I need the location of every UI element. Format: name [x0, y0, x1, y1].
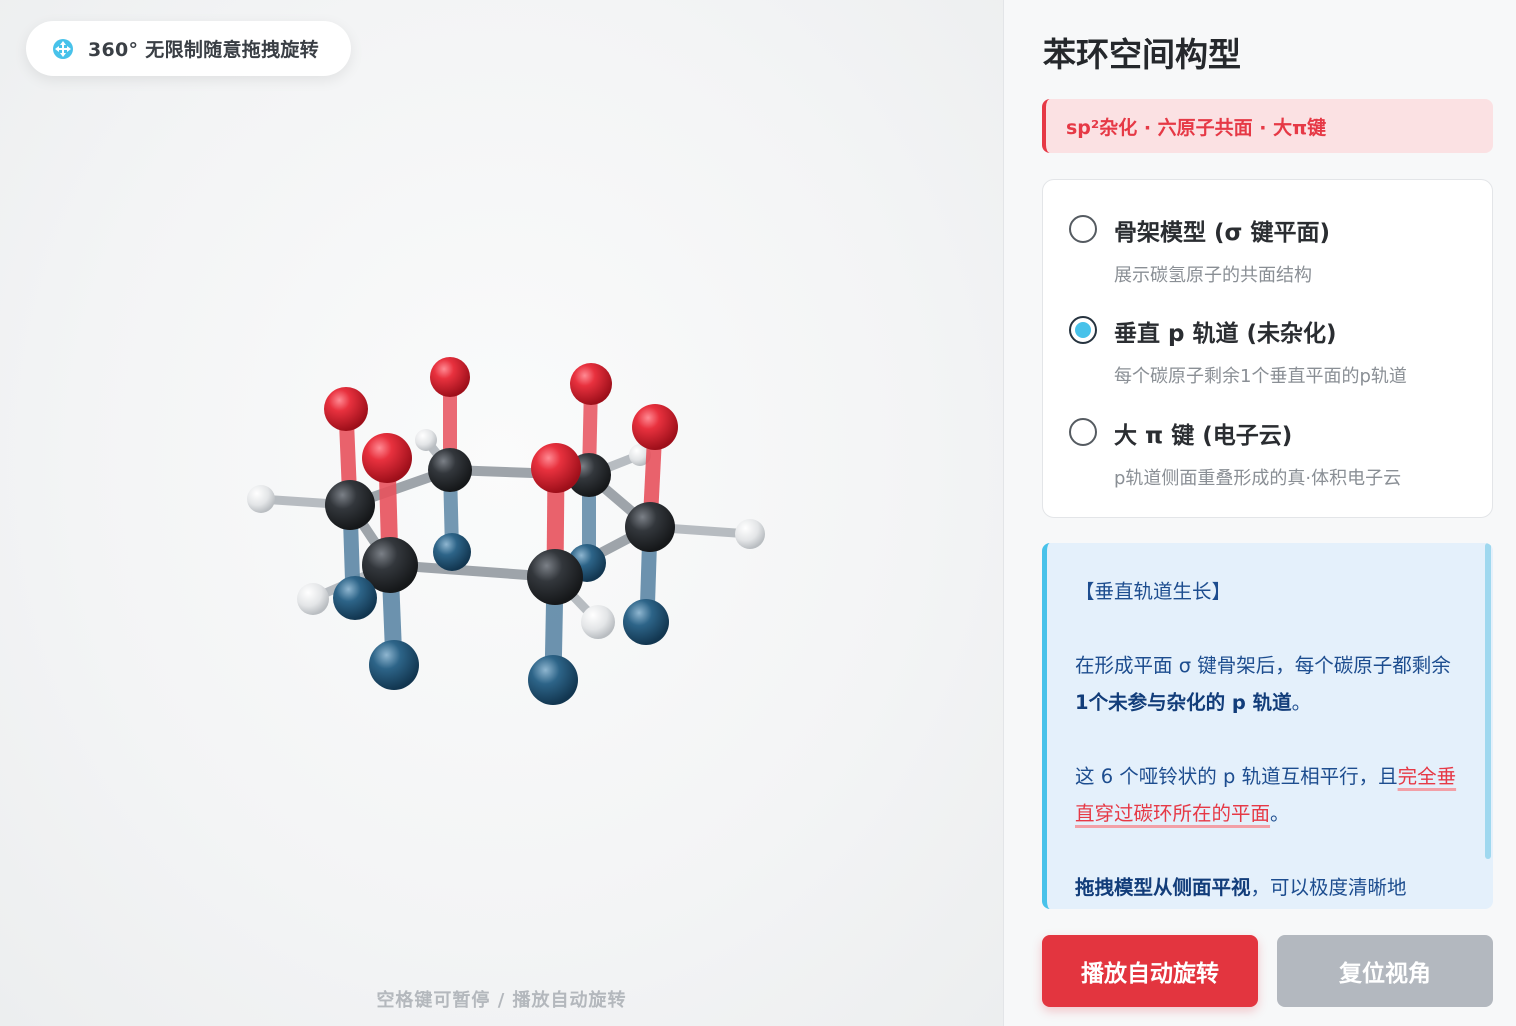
mode-label-skeleton: 骨架模型 (σ 键平面)	[1114, 220, 1330, 246]
mode-desc-p-orbital: 每个碳原子剩余1个垂直平面的p轨道	[1114, 366, 1407, 387]
mode-label-pi-cloud: 大 π 键 (电子云)	[1114, 423, 1293, 449]
info-scrollbar[interactable]	[1485, 543, 1491, 859]
info-paragraph-1: 在形成平面 σ 键骨架后，每个碳原子都剩余 1个未参与杂化的 p 轨道。	[1075, 647, 1465, 721]
page-title: 苯环空间构型	[1043, 35, 1241, 74]
info-p2-end: 。	[1270, 802, 1290, 825]
info-p1-bold: 1个未参与杂化的 p 轨道	[1075, 691, 1292, 714]
info-p1-text: 在形成平面 σ 键骨架后，每个碳原子都剩余	[1075, 654, 1451, 677]
info-p1-end: 。	[1291, 691, 1312, 714]
info-paragraph-3: 拖拽模型从侧面平视，可以极度清晰地	[1075, 869, 1465, 906]
view-mode-card: 骨架模型 (σ 键平面) 展示碳氢原子的共面结构 垂直 p 轨道 (未杂化) 每…	[1042, 179, 1493, 518]
play-rotation-button[interactable]: 播放自动旋转	[1042, 935, 1258, 1007]
radio-skeleton[interactable]	[1069, 215, 1097, 243]
radio-pi-cloud[interactable]	[1069, 418, 1097, 446]
radio-p-orbital[interactable]	[1069, 316, 1097, 344]
benzene-3d-model[interactable]	[0, 0, 1003, 1026]
hybridization-tag: sp²杂化 · 六原子共面 · 大π键	[1042, 99, 1493, 153]
mode-label-p-orbital: 垂直 p 轨道 (未杂化)	[1114, 321, 1337, 347]
control-panel: 苯环空间构型 sp²杂化 · 六原子共面 · 大π键 骨架模型 (σ 键平面) …	[1003, 0, 1516, 1026]
info-content: 【垂直轨道生长】 在形成平面 σ 键骨架后，每个碳原子都剩余 1个未参与杂化的 …	[1075, 543, 1465, 906]
keyboard-hint: 空格键可暂停 / 播放自动旋转	[376, 990, 627, 1011]
info-heading: 【垂直轨道生长】	[1075, 580, 1232, 603]
info-p3-bold: 拖拽模型从侧面平视	[1075, 876, 1251, 899]
info-p3-text: ，可以极度清晰地	[1250, 876, 1407, 899]
info-paragraph-2: 这 6 个哑铃状的 p 轨道互相平行，且完全垂直穿过碳环所在的平面。	[1075, 758, 1465, 832]
info-box[interactable]: 【垂直轨道生长】 在形成平面 σ 键骨架后，每个碳原子都剩余 1个未参与杂化的 …	[1042, 543, 1493, 909]
mode-desc-pi-cloud: p轨道侧面重叠形成的真·体积电子云	[1114, 468, 1402, 489]
molecule-viewport[interactable]: 360° 无限制随意拖拽旋转 空格键可暂停 / 播放自动旋转	[0, 0, 1003, 1026]
info-p2-text: 这 6 个哑铃状的 p 轨道互相平行，且	[1075, 765, 1398, 788]
reset-view-button[interactable]: 复位视角	[1277, 935, 1493, 1007]
mode-desc-skeleton: 展示碳氢原子的共面结构	[1114, 265, 1312, 286]
